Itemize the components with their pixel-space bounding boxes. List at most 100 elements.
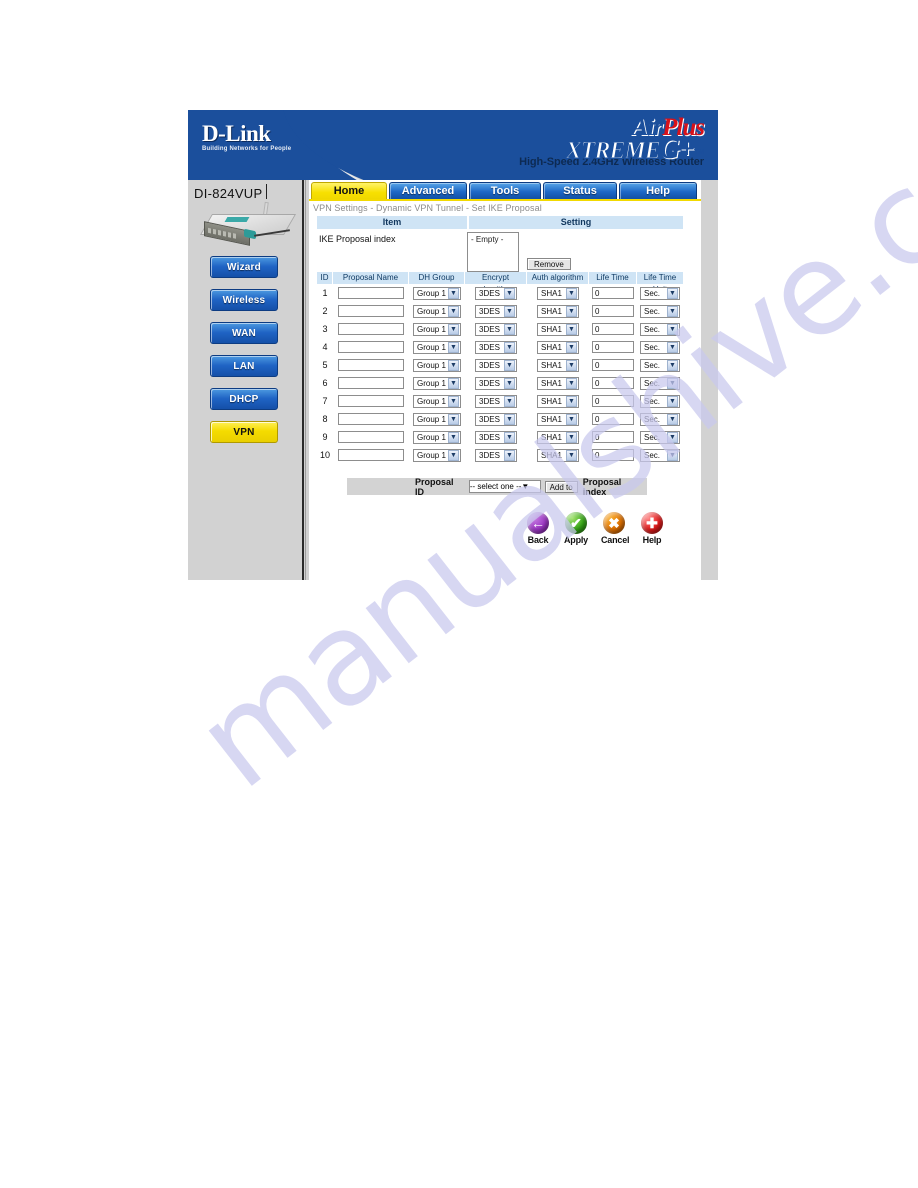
chevron-down-icon: ▼ <box>667 323 678 335</box>
life-time-unit-select[interactable]: Sec. ▼ <box>640 322 680 336</box>
encrypt-algorithm-select[interactable]: 3DES ▼ <box>475 340 517 354</box>
life-time-input[interactable] <box>592 341 634 353</box>
life-time-unit-select[interactable]: Sec. ▼ <box>640 430 680 444</box>
auth-algorithm-select[interactable]: SHA1 ▼ <box>537 430 579 444</box>
auth-algorithm-select[interactable]: SHA1 ▼ <box>537 304 579 318</box>
proposal-name-cell <box>333 449 409 461</box>
proposal-name-cell <box>333 341 409 353</box>
dh-group-cell: Group 1 ▼ <box>409 412 465 426</box>
auth-algorithm-select[interactable]: SHA1 ▼ <box>537 322 579 336</box>
life-time-input[interactable] <box>592 449 634 461</box>
chevron-down-icon: ▼ <box>667 341 678 353</box>
proposal-name-input[interactable] <box>338 305 404 317</box>
back-button[interactable]: ← Back <box>525 512 551 545</box>
sidebar-item-vpn[interactable]: VPN <box>210 421 278 443</box>
tab-home[interactable]: Home <box>311 182 387 199</box>
listbox-empty-option[interactable]: - Empty - <box>471 235 515 244</box>
add-to-button[interactable]: Add to <box>544 480 578 493</box>
auth-algorithm-select-value: SHA1 <box>541 378 562 388</box>
life-time-input[interactable] <box>592 431 634 443</box>
dh-group-select[interactable]: Group 1 ▼ <box>413 376 461 390</box>
auth-algorithm-select[interactable]: SHA1 ▼ <box>537 394 579 408</box>
ike-proposal-index-table: Item Setting IKE Proposal index - Empty … <box>317 216 683 279</box>
auth-algorithm-select[interactable]: SHA1 ▼ <box>537 376 579 390</box>
proposal-name-input[interactable] <box>338 377 404 389</box>
tab-advanced[interactable]: Advanced <box>389 182 467 199</box>
chevron-down-icon: ▼ <box>448 431 459 443</box>
dh-group-select[interactable]: Group 1 ▼ <box>413 304 461 318</box>
tab-status[interactable]: Status <box>543 182 617 199</box>
proposal-id-select[interactable]: -- select one -- ▼ <box>468 480 541 493</box>
dh-group-select[interactable]: Group 1 ▼ <box>413 322 461 336</box>
sidebar-item-lan[interactable]: LAN <box>210 355 278 377</box>
life-time-input[interactable] <box>592 323 634 335</box>
auth-algorithm-cell: SHA1 ▼ <box>527 376 589 390</box>
sidebar-item-dhcp[interactable]: DHCP <box>210 388 278 410</box>
ike-proposal-index-label: IKE Proposal index <box>319 234 396 244</box>
proposal-name-input[interactable] <box>338 395 404 407</box>
ike-proposal-index-listbox[interactable]: - Empty - <box>467 232 519 272</box>
auth-algorithm-select[interactable]: SHA1 ▼ <box>537 340 579 354</box>
encrypt-algorithm-select[interactable]: 3DES ▼ <box>475 412 517 426</box>
dh-group-select[interactable]: Group 1 ▼ <box>413 430 461 444</box>
tab-tools[interactable]: Tools <box>469 182 541 199</box>
life-time-unit-select-value: Sec. <box>644 288 661 298</box>
life-time-unit-select[interactable]: Sec. ▼ <box>640 394 680 408</box>
auth-algorithm-select[interactable]: SHA1 ▼ <box>537 412 579 426</box>
life-time-cell <box>589 431 637 443</box>
tab-help[interactable]: Help <box>619 182 697 199</box>
proposal-name-input[interactable] <box>338 431 404 443</box>
proposal-name-input[interactable] <box>338 449 404 461</box>
encrypt-algorithm-select[interactable]: 3DES ▼ <box>475 448 517 462</box>
dh-group-select-value: Group 1 <box>417 432 446 442</box>
dh-group-select[interactable]: Group 1 ▼ <box>413 358 461 372</box>
life-time-input[interactable] <box>592 305 634 317</box>
dh-group-select[interactable]: Group 1 ▼ <box>413 412 461 426</box>
sidebar-item-wan[interactable]: WAN <box>210 322 278 344</box>
encrypt-algorithm-select[interactable]: 3DES ▼ <box>475 304 517 318</box>
proposal-name-input[interactable] <box>338 413 404 425</box>
encrypt-algorithm-select[interactable]: 3DES ▼ <box>475 376 517 390</box>
encrypt-algorithm-select[interactable]: 3DES ▼ <box>475 394 517 408</box>
dh-group-select[interactable]: Group 1 ▼ <box>413 340 461 354</box>
dh-group-select[interactable]: Group 1 ▼ <box>413 286 461 300</box>
encrypt-algorithm-select[interactable]: 3DES ▼ <box>475 430 517 444</box>
help-button[interactable]: ✚ Help <box>639 512 665 545</box>
auth-algorithm-select[interactable]: SHA1 ▼ <box>537 448 579 462</box>
action-label: Cancel <box>601 535 630 545</box>
life-time-unit-select[interactable]: Sec. ▼ <box>640 358 680 372</box>
cancel-button[interactable]: ✖ Cancel <box>601 512 630 545</box>
life-time-input[interactable] <box>592 395 634 407</box>
life-time-input[interactable] <box>592 413 634 425</box>
sidebar-item-wizard[interactable]: Wizard <box>210 256 278 278</box>
proposal-row-id: 8 <box>322 414 328 424</box>
chevron-down-icon: ▼ <box>566 323 577 335</box>
encrypt-algorithm-select[interactable]: 3DES ▼ <box>475 358 517 372</box>
life-time-unit-select[interactable]: Sec. ▼ <box>640 376 680 390</box>
life-time-input[interactable] <box>592 377 634 389</box>
auth-algorithm-select[interactable]: SHA1 ▼ <box>537 286 579 300</box>
life-time-unit-select-value: Sec. <box>644 450 661 460</box>
proposal-name-input[interactable] <box>338 341 404 353</box>
proposal-name-input[interactable] <box>338 359 404 371</box>
apply-button[interactable]: ✔ Apply <box>563 512 589 545</box>
auth-algorithm-select[interactable]: SHA1 ▼ <box>537 358 579 372</box>
proposal-name-input[interactable] <box>338 287 404 299</box>
dh-group-select[interactable]: Group 1 ▼ <box>413 394 461 408</box>
life-time-unit-select[interactable]: Sec. ▼ <box>640 304 680 318</box>
life-time-unit-select[interactable]: Sec. ▼ <box>640 412 680 426</box>
life-time-input[interactable] <box>592 287 634 299</box>
encrypt-algorithm-select[interactable]: 3DES ▼ <box>475 322 517 336</box>
dh-group-select[interactable]: Group 1 ▼ <box>413 448 461 462</box>
life-time-unit-select[interactable]: Sec. ▼ <box>640 448 680 462</box>
life-time-input[interactable] <box>592 359 634 371</box>
life-time-cell <box>589 377 637 389</box>
proposal-name-input[interactable] <box>338 323 404 335</box>
life-time-unit-select[interactable]: Sec. ▼ <box>640 340 680 354</box>
remove-button[interactable]: Remove <box>527 258 571 270</box>
sidebar-item-wireless[interactable]: Wireless <box>210 289 278 311</box>
chevron-down-icon: ▼ <box>566 413 577 425</box>
sidebar-item-label: WAN <box>232 328 256 339</box>
life-time-unit-select[interactable]: Sec. ▼ <box>640 286 680 300</box>
encrypt-algorithm-select[interactable]: 3DES ▼ <box>475 286 517 300</box>
